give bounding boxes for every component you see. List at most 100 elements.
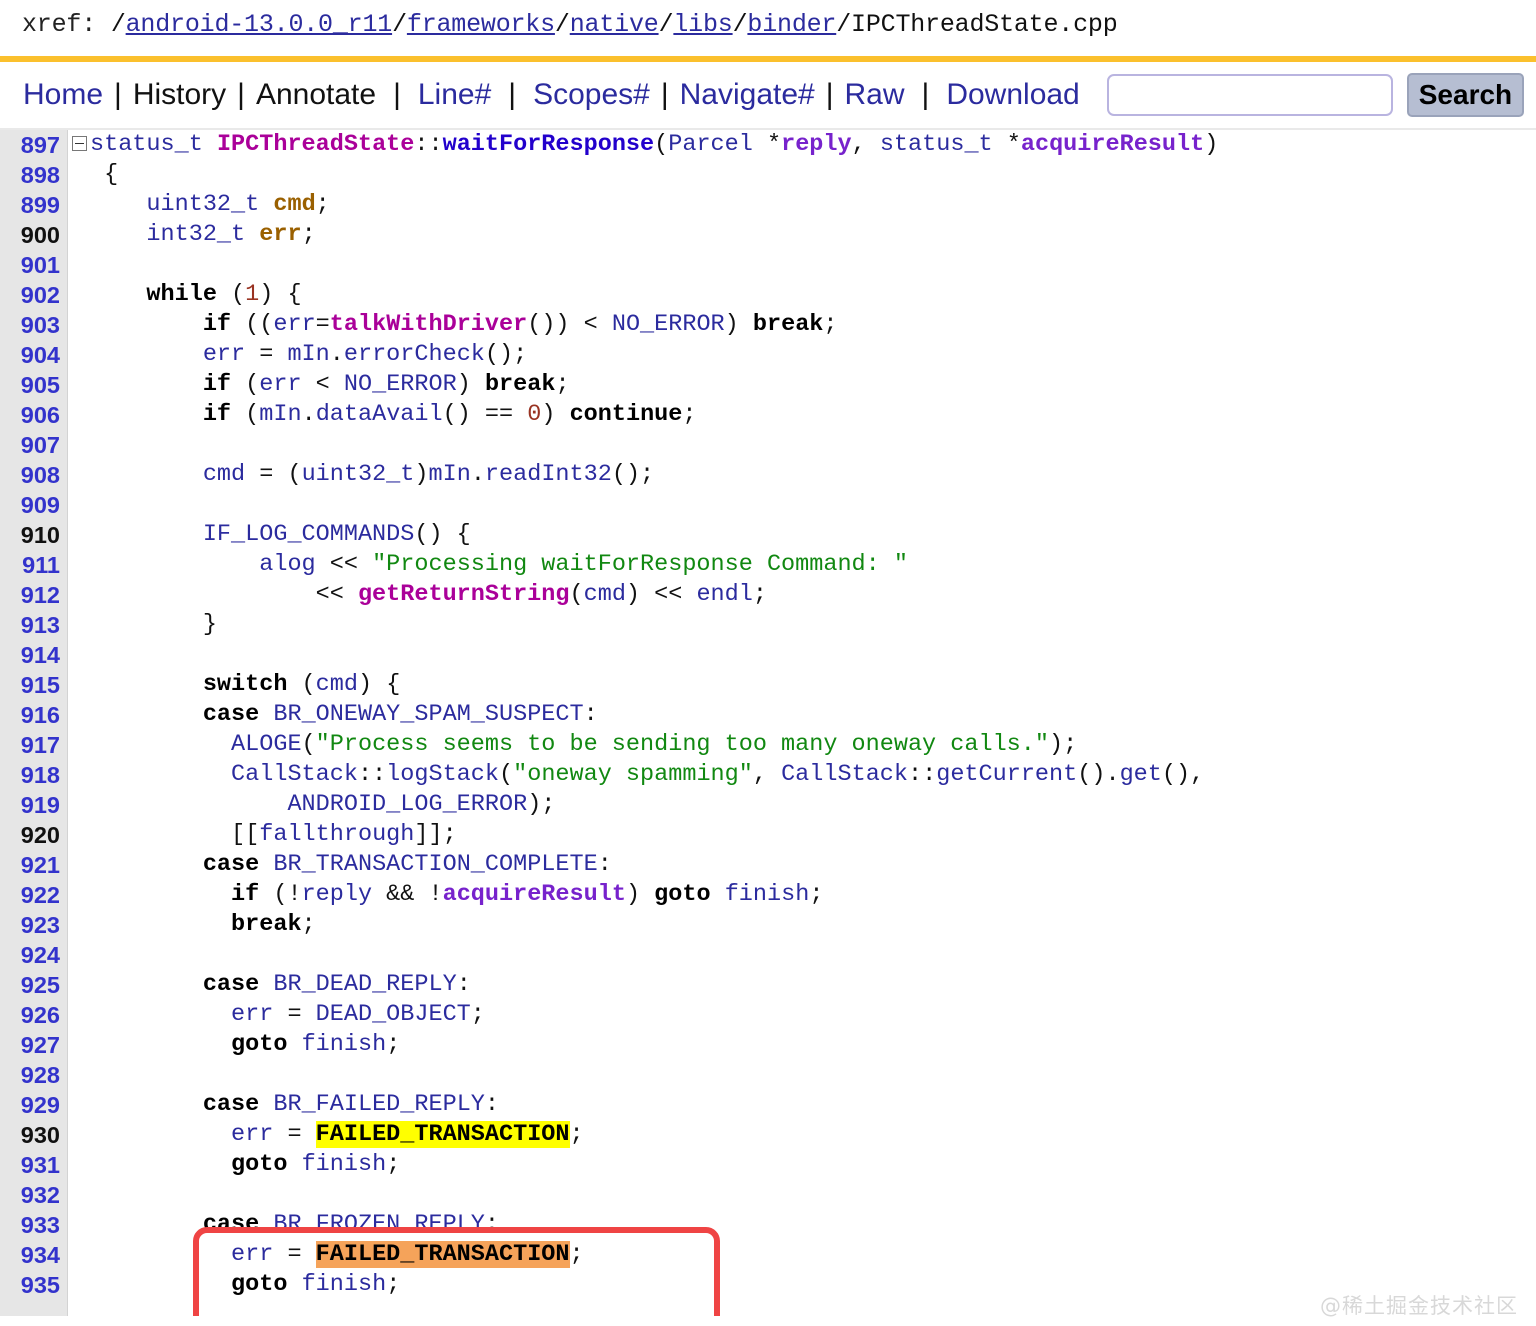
line-number-904[interactable]: 904 (0, 340, 68, 370)
code-token[interactable]: err (259, 371, 301, 398)
code-token[interactable]: err (203, 341, 245, 368)
code-token[interactable]: CallStack (231, 761, 358, 788)
line-number-918[interactable]: 918 (0, 760, 68, 790)
line-number-931[interactable]: 931 (0, 1150, 68, 1180)
nav-item-home[interactable]: Home (14, 80, 112, 110)
search-input[interactable] (1106, 74, 1393, 116)
line-number-923[interactable]: 923 (0, 910, 68, 940)
line-number-928[interactable]: 928 (0, 1060, 68, 1090)
line-number-932[interactable]: 932 (0, 1180, 68, 1210)
code-token[interactable]: status_t (880, 131, 993, 158)
code-token[interactable]: BR_DEAD_REPLY (273, 971, 456, 998)
code-token[interactable]: mIn (287, 341, 329, 368)
line-number-902[interactable]: 902 (0, 280, 68, 310)
code-token[interactable]: uint32_t (146, 191, 259, 218)
nav-item-download[interactable]: Download (937, 80, 1088, 110)
xref-segment-4[interactable]: binder (747, 10, 836, 39)
line-number-933[interactable]: 933 (0, 1210, 68, 1240)
code-token[interactable]: cmd (584, 581, 626, 608)
xref-segment-2[interactable]: native (570, 10, 659, 39)
line-number-911[interactable]: 911 (0, 550, 68, 580)
line-number-915[interactable]: 915 (0, 670, 68, 700)
nav-item-scopes[interactable]: Scopes# (524, 80, 659, 110)
line-number-907[interactable]: 907 (0, 430, 68, 460)
line-number-909[interactable]: 909 (0, 490, 68, 520)
code-token[interactable]: finish (302, 1271, 387, 1298)
code-token[interactable]: int32_t (146, 221, 245, 248)
nav-item-history[interactable]: History (124, 80, 235, 110)
code-token[interactable]: IPCThreadState (217, 131, 414, 158)
code-token[interactable]: getReturnString (358, 581, 570, 608)
line-number-927[interactable]: 927 (0, 1030, 68, 1060)
code-token[interactable]: BR_FAILED_REPLY (273, 1091, 485, 1118)
line-number-898[interactable]: 898 (0, 160, 68, 190)
code-token[interactable]: alog (259, 551, 315, 578)
line-number-930[interactable]: 930 (0, 1120, 68, 1150)
code-token[interactable]: endl (696, 581, 752, 608)
code-token[interactable]: err (231, 1121, 273, 1148)
code-token[interactable]: CallStack (781, 761, 908, 788)
code-token[interactable]: waitForResponse (443, 131, 655, 158)
code-token[interactable]: err (273, 311, 315, 338)
line-number-929[interactable]: 929 (0, 1090, 68, 1120)
xref-segment-3[interactable]: libs (673, 10, 732, 39)
code-token[interactable]: logStack (386, 761, 499, 788)
code-token[interactable]: readInt32 (485, 461, 612, 488)
line-number-899[interactable]: 899 (0, 190, 68, 220)
line-number-901[interactable]: 901 (0, 250, 68, 280)
collapse-icon[interactable] (72, 136, 87, 151)
nav-item-navigate[interactable]: Navigate# (671, 80, 824, 110)
nav-item-annotate[interactable]: Annotate (247, 80, 385, 110)
line-number-910[interactable]: 910 (0, 520, 68, 550)
line-number-908[interactable]: 908 (0, 460, 68, 490)
code-token[interactable]: DEAD_OBJECT (316, 1001, 471, 1028)
code-token[interactable]: talkWithDriver (330, 311, 527, 338)
code-token[interactable]: cmd (316, 671, 358, 698)
line-number-903[interactable]: 903 (0, 310, 68, 340)
line-number-912[interactable]: 912 (0, 580, 68, 610)
code-token[interactable]: getCurrent (936, 761, 1077, 788)
line-number-917[interactable]: 917 (0, 730, 68, 760)
code-token[interactable]: Parcel (668, 131, 753, 158)
code-token[interactable]: NO_ERROR (612, 311, 725, 338)
code-token[interactable]: err (231, 1001, 273, 1028)
line-number-905[interactable]: 905 (0, 370, 68, 400)
code-token[interactable]: mIn (429, 461, 471, 488)
line-number-924[interactable]: 924 (0, 940, 68, 970)
code-token[interactable]: fallthrough (259, 821, 414, 848)
code-token[interactable]: uint32_t (302, 461, 415, 488)
line-number-921[interactable]: 921 (0, 850, 68, 880)
line-number-925[interactable]: 925 (0, 970, 68, 1000)
code-token[interactable]: IF_LOG_COMMANDS (203, 521, 415, 548)
line-number-919[interactable]: 919 (0, 790, 68, 820)
line-number-920[interactable]: 920 (0, 820, 68, 850)
line-number-914[interactable]: 914 (0, 640, 68, 670)
line-number-913[interactable]: 913 (0, 610, 68, 640)
line-number-916[interactable]: 916 (0, 700, 68, 730)
code-token[interactable]: ANDROID_LOG_ERROR (287, 791, 527, 818)
xref-segment-1[interactable]: frameworks (407, 10, 555, 39)
line-number-934[interactable]: 934 (0, 1240, 68, 1270)
code-token[interactable]: finish (302, 1151, 387, 1178)
code-token[interactable]: cmd (203, 461, 245, 488)
line-number-906[interactable]: 906 (0, 400, 68, 430)
code-token[interactable]: BR_ONEWAY_SPAM_SUSPECT (273, 701, 583, 728)
code-token[interactable]: reply (302, 881, 373, 908)
line-number-900[interactable]: 900 (0, 220, 68, 250)
code-token[interactable]: errorCheck (344, 341, 485, 368)
search-button[interactable]: Search (1406, 73, 1525, 117)
fold-toggle-icon[interactable] (68, 130, 90, 160)
code-token[interactable]: get (1120, 761, 1162, 788)
code-token[interactable]: NO_ERROR (344, 371, 457, 398)
code-token[interactable]: err (231, 1241, 273, 1268)
nav-item-raw[interactable]: Raw (836, 80, 914, 110)
line-number-935[interactable]: 935 (0, 1270, 68, 1300)
line-number-922[interactable]: 922 (0, 880, 68, 910)
code-token[interactable]: ALOGE (231, 731, 302, 758)
code-token[interactable]: finish (302, 1031, 387, 1058)
code-token[interactable]: finish (725, 881, 810, 908)
code-token[interactable]: dataAvail (316, 401, 443, 428)
code-token[interactable]: BR_FROZEN_REPLY (273, 1211, 485, 1238)
code-token[interactable]: status_t (90, 131, 203, 158)
code-viewer[interactable]: 897 status_t IPCThreadState::waitForRespo… (0, 130, 1536, 1316)
